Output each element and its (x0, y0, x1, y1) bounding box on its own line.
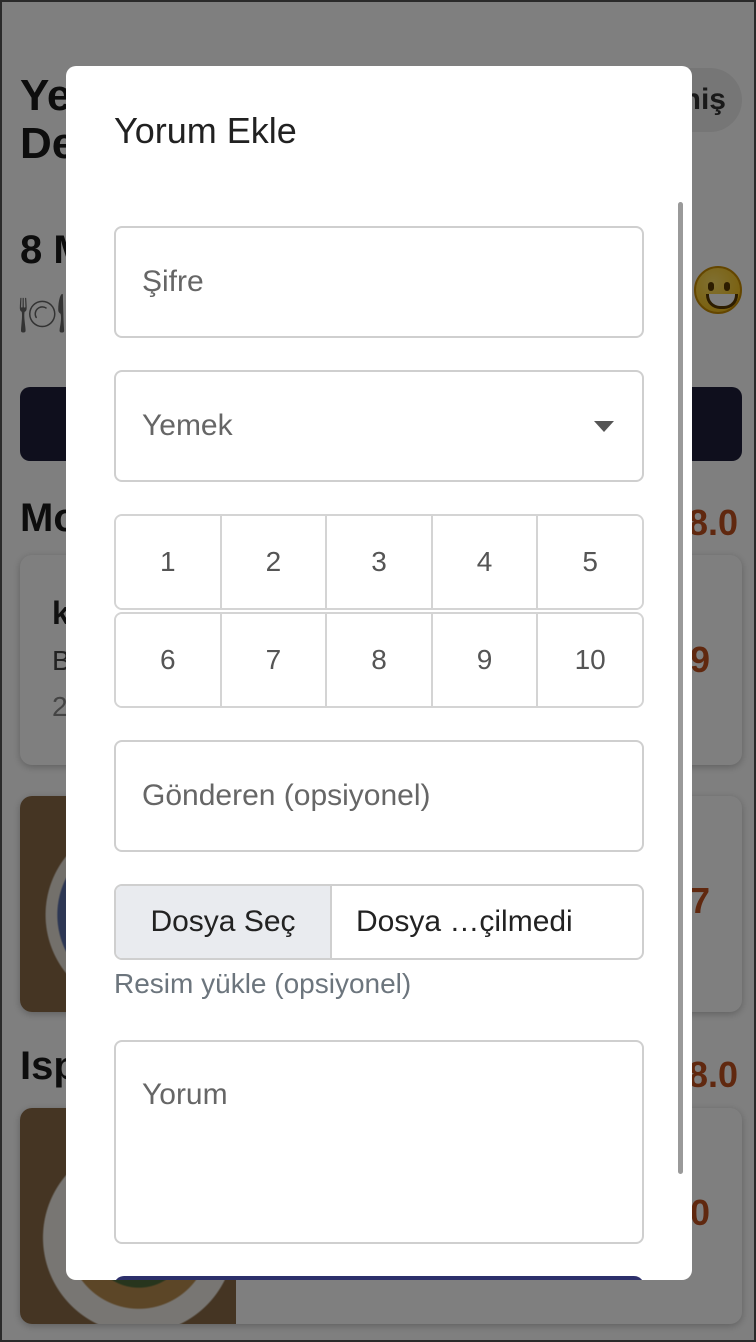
rating-row: 1 2 3 4 5 (114, 514, 644, 610)
rating-option-2[interactable]: 2 (221, 516, 328, 608)
rating-option-1[interactable]: 1 (116, 516, 222, 608)
rating-option-10[interactable]: 10 (538, 614, 642, 706)
sender-placeholder: Gönderen (opsiyonel) (142, 779, 431, 812)
modal-title: Yorum Ekle (114, 110, 297, 151)
modal-scrollbar[interactable] (678, 202, 683, 1174)
choose-file-button[interactable]: Dosya Seç (116, 886, 332, 958)
password-placeholder: Şifre (142, 265, 204, 298)
rating-option-8[interactable]: 8 (327, 614, 433, 706)
file-status-text: Dosya …çilmedi (356, 905, 573, 938)
submit-button[interactable] (114, 1276, 644, 1280)
chevron-down-icon (594, 420, 614, 432)
comment-placeholder: Yorum (142, 1078, 228, 1111)
rating-option-3[interactable]: 3 (327, 516, 433, 608)
rating-option-5[interactable]: 5 (538, 516, 642, 608)
rating-selector: 1 2 3 4 5 6 7 8 9 10 (114, 514, 644, 708)
rating-row: 6 7 8 9 10 (114, 612, 644, 708)
password-input[interactable]: Şifre (114, 226, 644, 338)
file-help-text: Resim yükle (opsiyonel) (114, 968, 412, 999)
add-comment-modal: Yorum Ekle Şifre Yemek 1 2 3 4 5 6 7 8 9… (66, 66, 692, 1280)
rating-option-6[interactable]: 6 (116, 614, 222, 706)
rating-option-9[interactable]: 9 (432, 614, 539, 706)
sender-input[interactable]: Gönderen (opsiyonel) (114, 740, 644, 852)
file-upload-input[interactable]: Dosya Seç Dosya …çilmedi (114, 884, 644, 960)
rating-option-7[interactable]: 7 (221, 614, 328, 706)
rating-option-4[interactable]: 4 (432, 516, 539, 608)
comment-textarea[interactable]: Yorum (114, 1040, 644, 1244)
meal-select[interactable]: Yemek (114, 370, 644, 482)
meal-select-value: Yemek (142, 409, 233, 442)
